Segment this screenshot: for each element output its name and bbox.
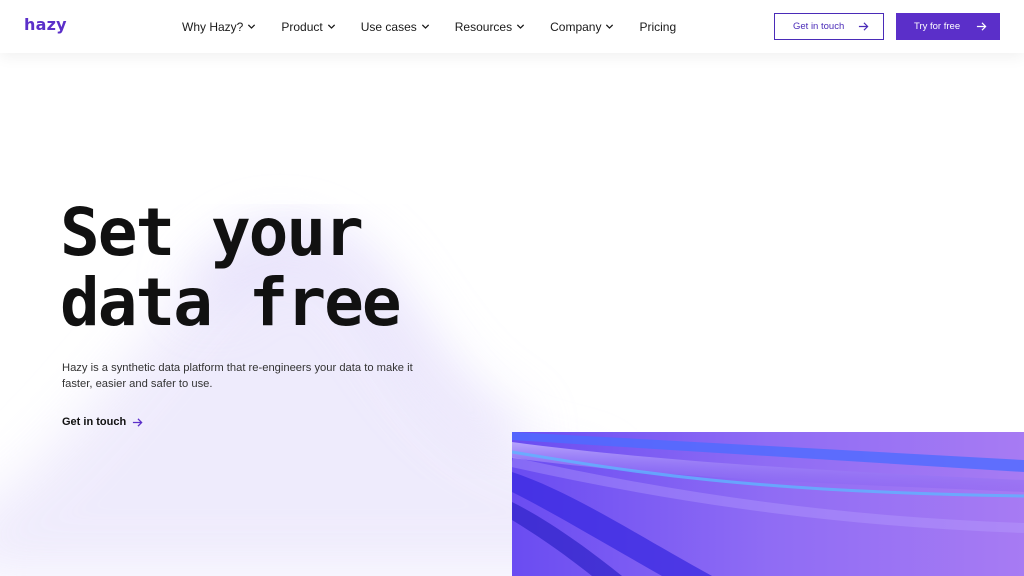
main-nav: Why Hazy? Product Use cases Resources Co…	[182, 0, 701, 53]
hero-title-line: data free	[60, 264, 402, 341]
try-for-free-button[interactable]: Try for free	[896, 13, 1000, 40]
nav-item-resources[interactable]: Resources	[455, 20, 525, 34]
nav-item-label: Product	[281, 19, 323, 34]
hazy-logo[interactable]: hazy	[24, 15, 67, 34]
nav-item-pricing[interactable]: Pricing	[639, 20, 676, 34]
nav-item-label: Why Hazy?	[182, 19, 244, 34]
hero-ribbon-graphic	[512, 432, 1024, 576]
nav-item-label: Use cases	[360, 19, 417, 34]
hero-get-in-touch-link[interactable]: Get in touch	[62, 416, 143, 428]
nav-item-company[interactable]: Company	[550, 20, 614, 34]
button-label: Get in touch	[793, 21, 845, 32]
nav-item-label: Company	[550, 19, 602, 34]
nav-item-use-cases[interactable]: Use cases	[361, 20, 430, 34]
hero-description: Hazy is a synthetic data platform that r…	[62, 362, 413, 390]
chevron-down-icon	[606, 24, 614, 29]
button-label: Try for free	[914, 21, 961, 32]
chevron-down-icon	[421, 24, 429, 29]
chevron-down-icon	[517, 24, 525, 29]
chevron-down-icon	[327, 24, 335, 29]
hero-title: Set your data free	[60, 194, 402, 341]
chevron-down-icon	[248, 24, 256, 29]
arrow-right-icon	[133, 417, 143, 427]
nav-item-product[interactable]: Product	[281, 20, 335, 34]
arrow-right-icon	[976, 22, 987, 31]
nav-item-why-hazy[interactable]: Why Hazy?	[182, 20, 256, 34]
site-header: hazy Why Hazy? Product Use cases Resourc…	[0, 0, 1024, 53]
hero-title-line: Set your	[60, 194, 364, 271]
header-get-in-touch-button[interactable]: Get in touch	[774, 13, 884, 40]
nav-item-label: Resources	[454, 19, 513, 34]
arrow-right-icon	[858, 22, 869, 31]
nav-item-label: Pricing	[639, 19, 677, 34]
hero-cta-label: Get in touch	[62, 416, 127, 428]
